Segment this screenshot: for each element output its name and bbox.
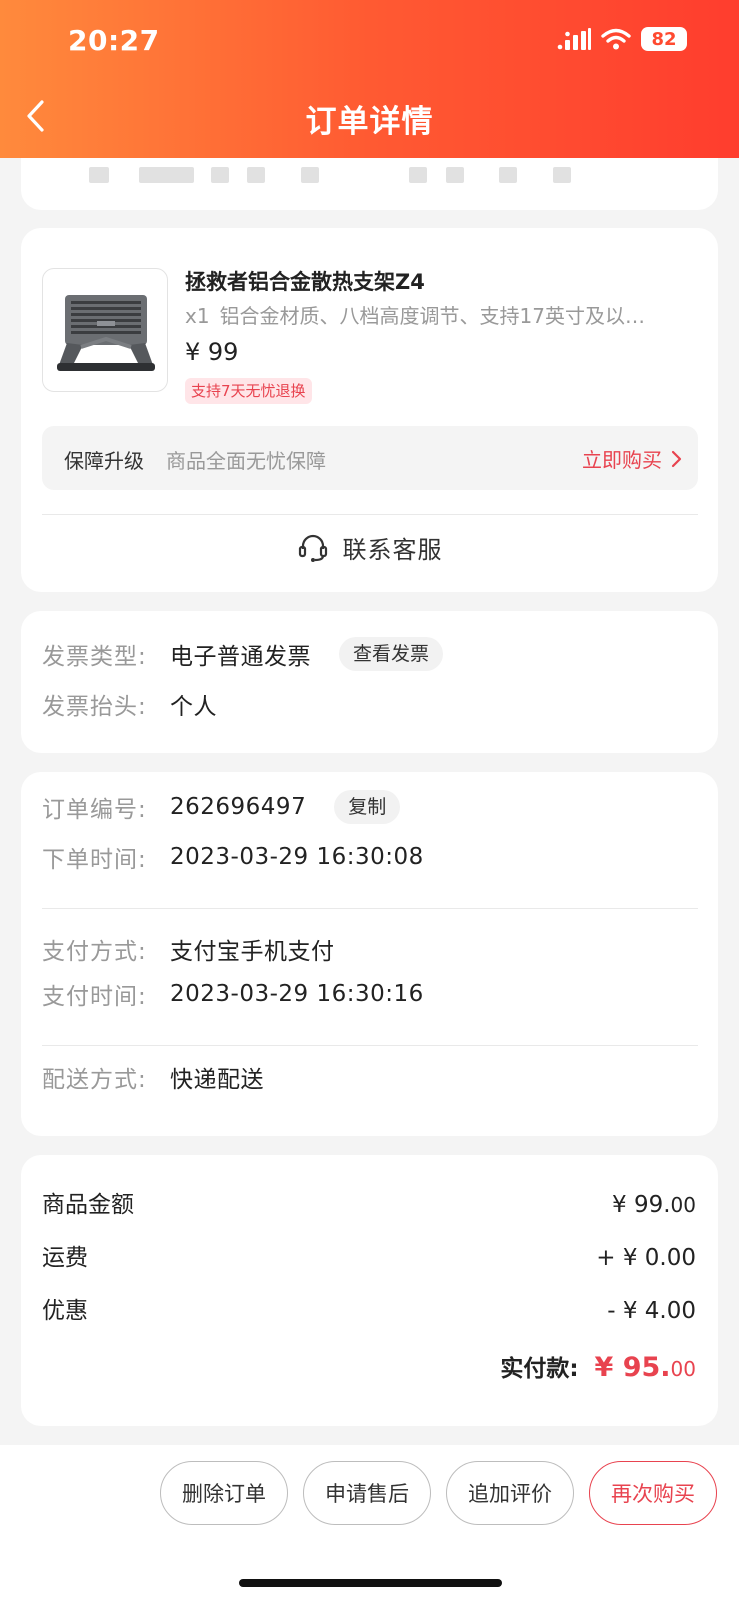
product-quantity: x1 (185, 304, 210, 328)
address-blur (139, 167, 194, 183)
paid-amount-row: 实付款: ¥ 95.00 (500, 1349, 696, 1383)
protection-upgrade-banner[interactable]: 保障升级 商品全面无忧保障 立即购买 (42, 426, 698, 490)
payment-method-label: 支付方式: (42, 939, 147, 965)
delivery-method-row: 配送方式: 快递配送 (42, 1060, 264, 1094)
after-sale-button[interactable]: 申请售后 (303, 1461, 431, 1525)
freight-value: + ¥ 0.00 (596, 1245, 696, 1271)
order-number-row: 订单编号: 262696497 复制 (42, 790, 401, 824)
signal-icon (557, 28, 591, 50)
product-card: 拯救者铝合金散热支架Z4 x1 铝合金材质、八档高度调节、支持17英寸及以… ¥ … (21, 228, 718, 592)
chevron-right-icon (671, 450, 682, 467)
page-title: 订单详情 (305, 104, 434, 140)
order-info-card: 订单编号: 262696497 复制 下单时间: 2023-03-29 16:3… (21, 772, 718, 1136)
address-blur (409, 167, 427, 183)
product-name[interactable]: 拯救者铝合金散热支架Z4 (185, 266, 425, 296)
freight-label: 运费 (42, 1245, 88, 1271)
status-icons: 82 (557, 27, 687, 51)
product-image[interactable] (42, 268, 168, 392)
address-blur (247, 167, 265, 183)
invoice-type-value: 电子普通发票 (170, 644, 311, 670)
invoice-type-label: 发票类型: (42, 644, 147, 670)
contact-service-label: 联系客服 (342, 536, 443, 564)
header-bar: 20:27 82 订单详情 (0, 0, 739, 158)
payment-method-row: 支付方式: 支付宝手机支付 (42, 932, 335, 966)
headset-icon (298, 534, 327, 562)
product-description: 铝合金材质、八档高度调节、支持17英寸及以… (219, 304, 646, 328)
amount-summary-card: 商品金额 ¥ 99.00 运费 + ¥ 0.00 优惠 - ¥ 4.00 实付款… (21, 1155, 718, 1426)
protection-title: 保障升级 (64, 449, 144, 473)
battery-indicator: 82 (641, 27, 687, 51)
address-blur (553, 167, 571, 183)
freight-row: 运费 + ¥ 0.00 (42, 1238, 696, 1272)
paid-amount-cents: 00 (670, 1357, 696, 1381)
order-time-value: 2023-03-29 16:30:08 (170, 844, 424, 870)
discount-row: 优惠 - ¥ 4.00 (42, 1291, 696, 1325)
address-blur (89, 167, 109, 183)
payment-time-label: 支付时间: (42, 984, 147, 1010)
wifi-icon (601, 28, 631, 50)
divider (42, 1045, 698, 1046)
address-blur (211, 167, 229, 183)
delivery-method-label: 配送方式: (42, 1067, 147, 1093)
buy-now-label: 立即购买 (582, 448, 662, 472)
copy-button[interactable]: 复制 (334, 790, 401, 824)
order-time-row: 下单时间: 2023-03-29 16:30:08 (42, 840, 424, 874)
invoice-title-row: 发票抬头: 个人 (42, 687, 217, 721)
address-blur (446, 167, 464, 183)
goods-amount-main: ¥ 99. (612, 1192, 671, 1218)
goods-amount-value: ¥ 99.00 (612, 1192, 696, 1218)
product-spec: x1 铝合金材质、八档高度调节、支持17英寸及以… (185, 300, 695, 329)
invoice-type-row: 发票类型: 电子普通发票 查看发票 (42, 637, 444, 671)
status-time: 20:27 (68, 24, 160, 57)
return-policy-badge: 支持7天无忧退换 (185, 378, 312, 404)
discount-label: 优惠 (42, 1298, 88, 1324)
order-time-label: 下单时间: (42, 847, 147, 873)
protection-description: 商品全面无忧保障 (166, 449, 326, 473)
laptop-stand-image (57, 295, 155, 371)
delivery-method-value: 快递配送 (170, 1067, 264, 1093)
payment-time-value: 2023-03-29 16:30:16 (170, 981, 424, 1007)
delete-order-button[interactable]: 删除订单 (160, 1461, 288, 1525)
address-blur (301, 167, 319, 183)
address-blur (499, 167, 517, 183)
view-invoice-button[interactable]: 查看发票 (339, 637, 444, 671)
paid-amount-label: 实付款: (500, 1356, 579, 1382)
order-number-label: 订单编号: (42, 797, 147, 823)
home-indicator (239, 1579, 502, 1587)
invoice-card: 发票类型: 电子普通发票 查看发票 发票抬头: 个人 (21, 611, 718, 753)
goods-amount-row: 商品金额 ¥ 99.00 (42, 1185, 696, 1219)
divider (42, 908, 698, 909)
add-review-button[interactable]: 追加评价 (446, 1461, 574, 1525)
goods-amount-cents: 00 (670, 1193, 696, 1217)
paid-amount-main: ¥ 95. (594, 1352, 671, 1383)
buy-again-button[interactable]: 再次购买 (589, 1461, 717, 1525)
product-price: ¥ 99 (185, 338, 239, 366)
bottom-action-bar: 删除订单 申请售后 追加评价 再次购买 (0, 1445, 739, 1600)
payment-method-value: 支付宝手机支付 (170, 939, 335, 965)
buy-now-link[interactable]: 立即购买 (582, 444, 682, 473)
invoice-title-label: 发票抬头: (42, 694, 147, 720)
contact-service-button[interactable]: 联系客服 (21, 530, 718, 565)
payment-time-row: 支付时间: 2023-03-29 16:30:16 (42, 977, 424, 1011)
invoice-title-value: 个人 (170, 694, 217, 720)
divider (42, 514, 698, 515)
paid-amount-value: ¥ 95.00 (595, 1352, 696, 1383)
discount-value: - ¥ 4.00 (607, 1298, 696, 1324)
order-number-value: 262696497 (170, 794, 307, 820)
goods-amount-label: 商品金额 (42, 1192, 134, 1218)
